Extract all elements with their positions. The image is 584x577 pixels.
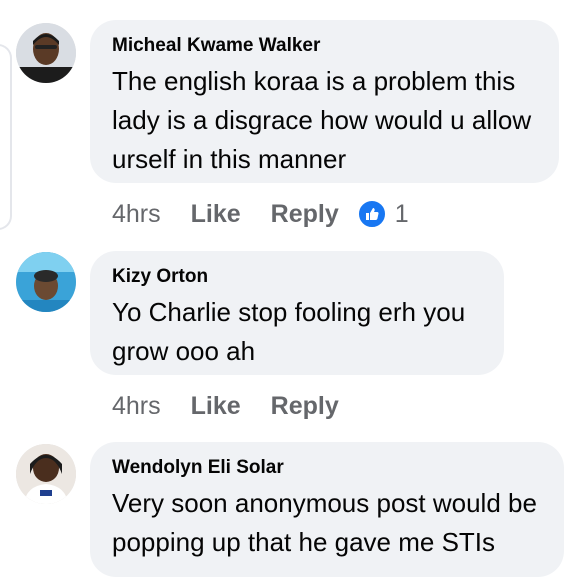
reaction-summary[interactable]: 1: [356, 199, 409, 229]
avatar[interactable]: [16, 23, 76, 83]
reply-button[interactable]: Reply: [271, 200, 339, 229]
comment-author[interactable]: Wendolyn Eli Solar: [112, 456, 542, 480]
comment-timestamp[interactable]: 4hrs: [112, 200, 161, 229]
comment-bubble: Wendolyn Eli Solar Very soon anonymous p…: [90, 442, 564, 577]
comment-text: Yo Charlie stop fooling erh you grow ooo…: [112, 297, 466, 366]
comment-timestamp[interactable]: 4hrs: [112, 392, 161, 421]
like-button[interactable]: Like: [191, 200, 241, 229]
comment-text: Very soon anonymous post would be poppin…: [112, 488, 537, 557]
like-icon: [356, 199, 387, 229]
comment-bubble: Micheal Kwame Walker The english koraa i…: [90, 20, 559, 183]
comment-bubble: Kizy Orton Yo Charlie stop fooling erh y…: [90, 251, 504, 375]
reply-button[interactable]: Reply: [271, 392, 339, 421]
avatar[interactable]: [16, 444, 76, 504]
comment-text: The english koraa is a problem this lady…: [112, 66, 532, 174]
avatar[interactable]: [16, 252, 76, 312]
reaction-count: 1: [394, 199, 409, 228]
comment-actions: 4hrs Like Reply: [112, 389, 369, 423]
comment-author[interactable]: Micheal Kwame Walker: [112, 34, 537, 58]
like-button[interactable]: Like: [191, 392, 241, 421]
thread-connector-line: [0, 44, 12, 230]
comment-actions: 4hrs Like Reply 1: [112, 197, 409, 231]
comment-author[interactable]: Kizy Orton: [112, 265, 482, 289]
